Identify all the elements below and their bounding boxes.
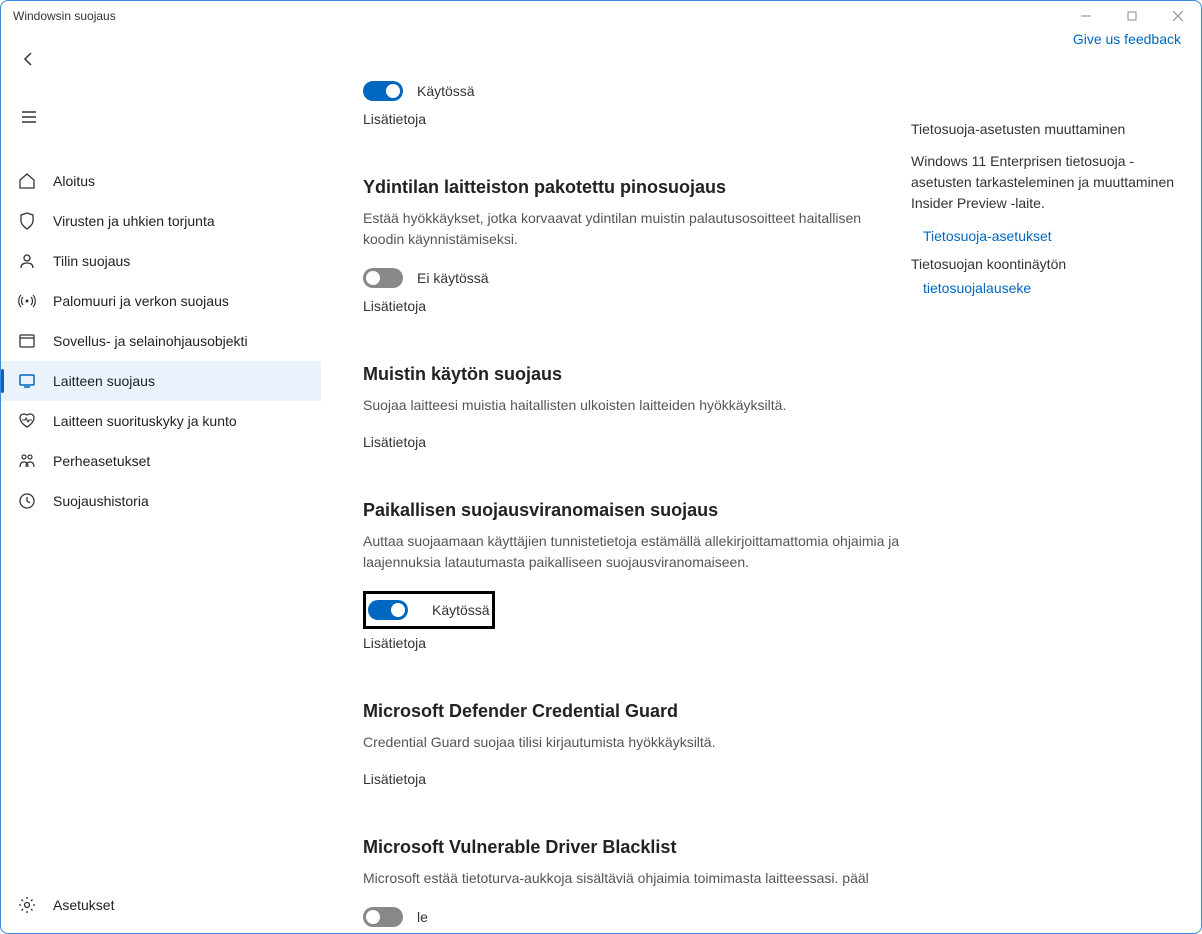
sidebar-item-label: Perheasetukset (53, 453, 150, 469)
sidebar-item-label: Laitteen suorituskyky ja kunto (53, 413, 237, 429)
gear-icon (17, 895, 37, 915)
window-title: Windowsin suojaus (13, 9, 116, 23)
sidebar-item-device[interactable]: Laitteen suojaus (1, 361, 321, 401)
section-memory: Muistin käytön suojaus Suojaa laitteesi … (363, 364, 903, 452)
learn-more-link[interactable]: Lisätietoja (363, 111, 426, 127)
sidebar-item-label: Virusten ja uhkien torjunta (53, 213, 215, 229)
sidebar-item-account[interactable]: Tilin suojaus (1, 241, 321, 281)
section-title: Muistin käytön suojaus (363, 364, 903, 385)
sidebar-item-home[interactable]: Aloitus (1, 161, 321, 201)
side-heading: Tietosuoja-asetusten muuttaminen (911, 121, 1181, 137)
toggle-driver-blacklist[interactable] (363, 907, 403, 927)
toggle-label: Ei käytössä (417, 270, 489, 286)
sidebar-item-history[interactable]: Suojaushistoria (1, 481, 321, 521)
side-text: Windows 11 Enterprisen tietosuoja -asetu… (911, 151, 1181, 214)
sidebar-item-label: Palomuuri ja verkon suojaus (53, 293, 229, 309)
privacy-statement-link[interactable]: tietosuojalauseke (911, 280, 1181, 296)
section-initial: Käytössä Lisätietoja (363, 81, 903, 129)
section-title: Microsoft Vulnerable Driver Blacklist (363, 837, 903, 858)
history-icon (17, 491, 37, 511)
section-lsa: Paikallisen suojausviranomaisen suojaus … (363, 500, 903, 653)
menu-button[interactable] (9, 97, 49, 137)
sidebar-item-label: Tilin suojaus (53, 253, 130, 269)
side-heading2: Tietosuojan koontinäytön (911, 256, 1181, 272)
sidebar-item-app[interactable]: Sovellus- ja selainohjausobjekti (1, 321, 321, 361)
toggle-kernel-stack[interactable] (363, 268, 403, 288)
broadcast-icon (17, 291, 37, 311)
sidebar-item-label: Laitteen suojaus (53, 373, 155, 389)
sidebar-item-label: Aloitus (53, 173, 95, 189)
sidebar-item-family[interactable]: Perheasetukset (1, 441, 321, 481)
app-icon (17, 331, 37, 351)
close-button[interactable] (1155, 1, 1201, 31)
section-title: Ydintilan laitteiston pakotettu pinosuoj… (363, 177, 903, 198)
sidebar-item-label: Suojaushistoria (53, 493, 149, 509)
privacy-settings-link[interactable]: Tietosuoja-asetukset (911, 228, 1181, 244)
section-desc: Auttaa suojaamaan käyttäjien tunnistetie… (363, 531, 903, 573)
toggle-label: Käytössä (432, 602, 490, 618)
device-icon (17, 371, 37, 391)
section-title: Microsoft Defender Credential Guard (363, 701, 903, 722)
home-icon (17, 171, 37, 191)
toggle-label: le (417, 909, 428, 925)
person-icon (17, 251, 37, 271)
toggle-lsa[interactable] (368, 600, 408, 620)
learn-more-link[interactable]: Lisätietoja (363, 434, 426, 450)
section-desc: Suojaa laitteesi muistia haitallisten ul… (363, 395, 903, 416)
section-kernel-stack: Ydintilan laitteiston pakotettu pinosuoj… (363, 177, 903, 316)
family-icon (17, 451, 37, 471)
section-credential-guard: Microsoft Defender Credential Guard Cred… (363, 701, 903, 789)
sidebar-item-settings[interactable]: Asetukset (1, 885, 321, 925)
toggle-label: Käytössä (417, 83, 475, 99)
highlighted-toggle: Käytössä (363, 591, 495, 629)
sidebar-item-label: Sovellus- ja selainohjausobjekti (53, 333, 248, 349)
side-panel: Tietosuoja-asetusten muuttaminen Windows… (911, 121, 1181, 304)
heart-icon (17, 411, 37, 431)
back-button[interactable] (9, 39, 49, 79)
toggle-initial[interactable] (363, 81, 403, 101)
maximize-button[interactable] (1109, 1, 1155, 31)
section-desc: Estää hyökkäykset, jotka korvaavat ydint… (363, 208, 903, 250)
section-desc: Microsoft estää tietoturva-aukkoja sisäl… (363, 868, 903, 889)
section-driver-blacklist: Microsoft Vulnerable Driver Blacklist Mi… (363, 837, 903, 933)
shield-icon (17, 211, 37, 231)
section-desc: Credential Guard suojaa tilisi kirjautum… (363, 732, 903, 753)
feedback-link[interactable]: Give us feedback (1073, 31, 1181, 47)
learn-more-link[interactable]: Lisätietoja (363, 771, 426, 787)
sidebar-item-firewall[interactable]: Palomuuri ja verkon suojaus (1, 281, 321, 321)
sidebar-item-health[interactable]: Laitteen suorituskyky ja kunto (1, 401, 321, 441)
section-title: Paikallisen suojausviranomaisen suojaus (363, 500, 903, 521)
minimize-button[interactable] (1063, 1, 1109, 31)
learn-more-link[interactable]: Lisätietoja (363, 298, 426, 314)
sidebar-item-label: Asetukset (53, 897, 114, 913)
learn-more-link[interactable]: Lisätietoja (363, 635, 426, 651)
sidebar-item-virus[interactable]: Virusten ja uhkien torjunta (1, 201, 321, 241)
